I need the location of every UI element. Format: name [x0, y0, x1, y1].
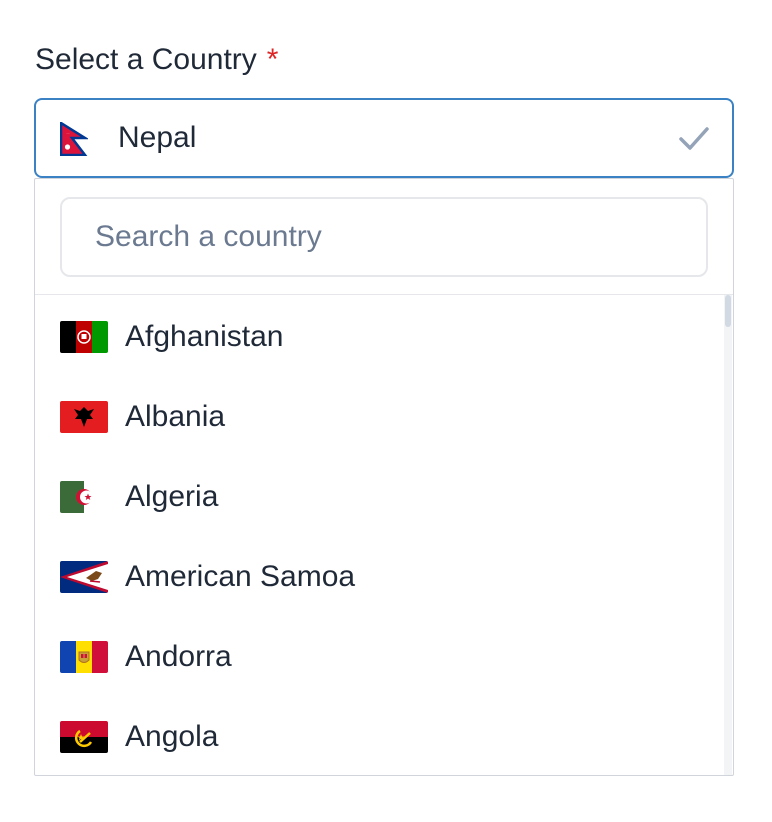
algeria-flag-icon	[60, 481, 108, 513]
andorra-flag-icon	[60, 641, 108, 673]
field-label-text: Select a Country	[35, 43, 257, 76]
required-mark: *	[266, 43, 279, 76]
list-item[interactable]: American Samoa	[35, 537, 725, 617]
country-select[interactable]: Nepal	[34, 98, 734, 178]
country-name: Andorra	[125, 640, 232, 673]
check-icon	[678, 124, 710, 154]
list-item[interactable]: Algeria	[35, 457, 725, 537]
country-list[interactable]: Afghanistan Albania Algeria American Sam…	[35, 295, 725, 775]
list-item[interactable]: Angola	[35, 697, 725, 775]
country-name: Angola	[125, 720, 219, 753]
scrollbar[interactable]	[724, 295, 732, 775]
list-item[interactable]: Albania	[35, 377, 725, 457]
nepal-flag-icon	[59, 120, 90, 157]
selected-country: Nepal	[118, 121, 197, 154]
country-name: Algeria	[125, 480, 219, 513]
scroll-thumb[interactable]	[725, 295, 731, 327]
afghanistan-flag-icon	[60, 321, 108, 353]
list-item[interactable]: Andorra	[35, 617, 725, 697]
country-name: American Samoa	[125, 560, 356, 593]
list-item[interactable]: Afghanistan	[35, 297, 725, 377]
angola-flag-icon	[60, 721, 108, 753]
country-name: Afghanistan	[125, 320, 284, 353]
country-dropdown: Afghanistan Albania	[34, 178, 734, 776]
american-samoa-flag-icon	[60, 561, 108, 593]
country-name: Albania	[125, 400, 226, 433]
field-label: Select a Country *	[35, 40, 278, 80]
albania-flag-icon	[60, 401, 108, 433]
search-input[interactable]	[60, 197, 708, 277]
search-area	[35, 179, 733, 295]
